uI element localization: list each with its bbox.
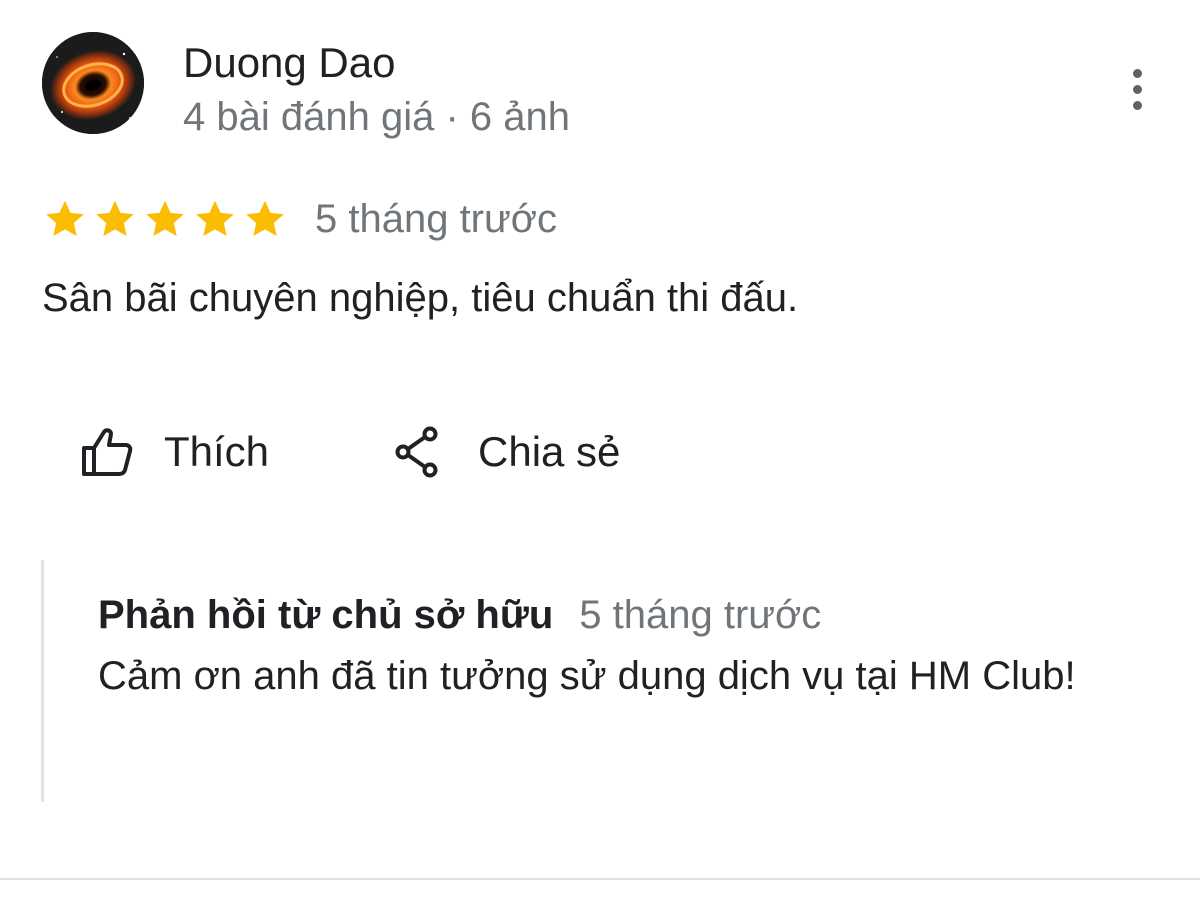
review-card: Duong Dao 4 bài đánh giá · 6 ảnh 5 tháng… xyxy=(0,0,1200,900)
star-icon xyxy=(146,200,184,237)
owner-reply-header: Phản hồi từ chủ sở hữu 5 tháng trước xyxy=(98,590,821,640)
owner-reply-text: Cảm ơn anh đã tin tưởng sử dụng dịch vụ … xyxy=(98,654,1076,698)
author-name[interactable]: Duong Dao xyxy=(183,38,395,88)
more-vert-icon xyxy=(1132,68,1142,78)
share-label: Chia sẻ xyxy=(478,428,621,475)
share-button[interactable]: Chia sẻ xyxy=(394,420,620,484)
owner-reply-time: 5 tháng trước xyxy=(579,593,822,637)
author-meta: 4 bài đánh giá · 6 ảnh xyxy=(183,95,570,139)
more-options-button[interactable] xyxy=(1112,62,1162,116)
star-rating xyxy=(40,196,290,242)
thumbs-up-icon xyxy=(82,428,133,476)
like-button[interactable]: Thích xyxy=(80,420,269,484)
review-time: 5 tháng trước xyxy=(315,197,558,241)
author-avatar[interactable] xyxy=(42,32,144,134)
star-icon xyxy=(46,200,84,237)
review-text: Sân bãi chuyên nghiệp, tiêu chuẩn thi đấ… xyxy=(42,276,799,320)
black-hole-avatar-icon xyxy=(42,32,144,134)
star-icon xyxy=(196,200,234,237)
star-icon xyxy=(246,200,284,237)
owner-reply: Phản hồi từ chủ sở hữu 5 tháng trước Cảm … xyxy=(41,560,1141,802)
divider xyxy=(0,878,1200,880)
share-icon xyxy=(395,426,438,478)
like-label: Thích xyxy=(164,428,270,475)
owner-reply-title: Phản hồi từ chủ sở hữu xyxy=(98,593,554,637)
star-icon xyxy=(96,200,134,237)
